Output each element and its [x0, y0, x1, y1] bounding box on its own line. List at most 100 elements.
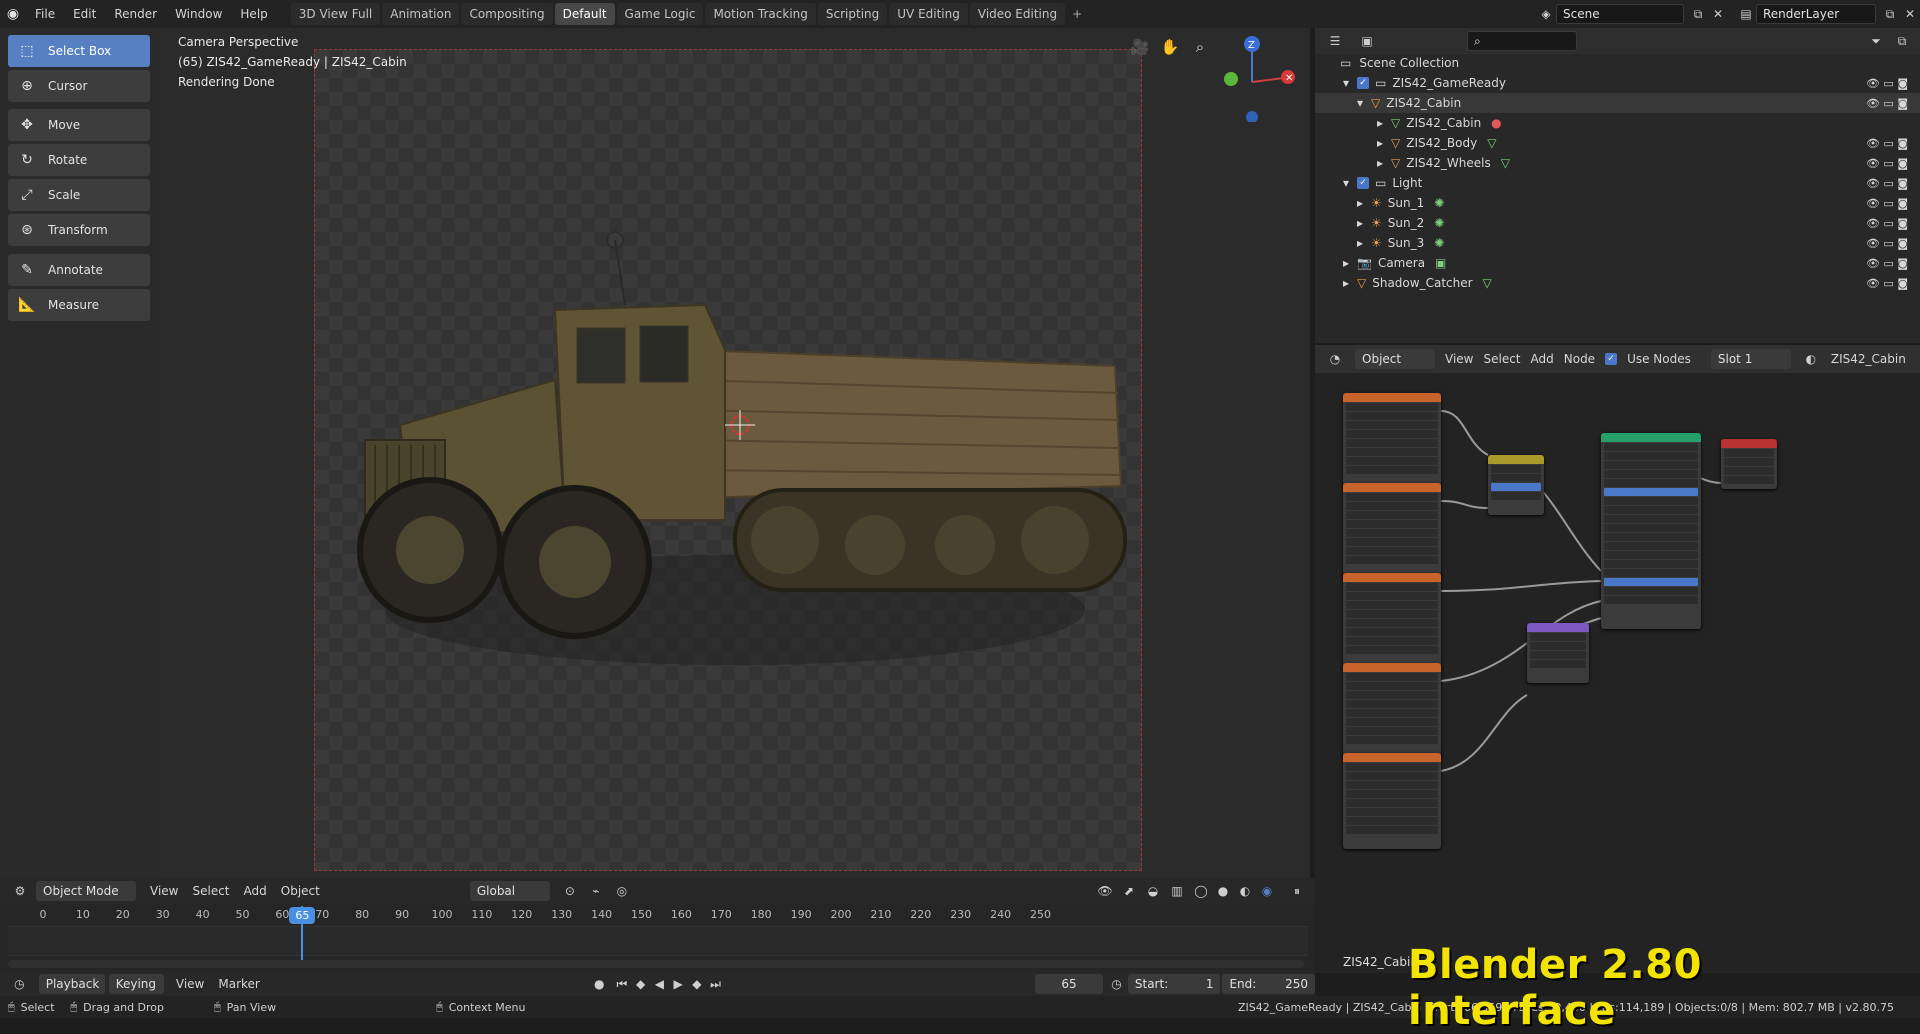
new-layer-icon[interactable]: ⧉: [1880, 4, 1900, 24]
outliner-row[interactable]: ▸ 📷 Camera ▣ 👁 ▭ ◙: [1315, 253, 1920, 273]
expand-icon[interactable]: ▾: [1357, 96, 1371, 110]
keying-menu[interactable]: Keying: [108, 974, 164, 994]
current-frame-field[interactable]: 65: [1034, 974, 1104, 994]
expand-icon[interactable]: ▸: [1377, 116, 1391, 130]
tab-uv-editing[interactable]: UV Editing: [889, 3, 968, 25]
principled-bsdf-node[interactable]: [1601, 433, 1701, 629]
overlay-icon[interactable]: ◒: [1143, 881, 1163, 901]
timeline-scrollbar[interactable]: [8, 960, 1304, 968]
menu-marker[interactable]: Marker: [218, 977, 259, 991]
add-workspace-icon[interactable]: +: [1067, 3, 1087, 25]
tab-motion-tracking[interactable]: Motion Tracking: [705, 3, 816, 25]
outliner-row[interactable]: ▾ ✓ ▭ Light 👁 ▭ ◙: [1315, 173, 1920, 193]
3d-viewport[interactable]: Camera Perspective (65) ZIS42_GameReady …: [160, 28, 1310, 878]
tool-annotate[interactable]: ✎ Annotate: [8, 254, 150, 286]
tool-cursor[interactable]: ⊕ Cursor: [8, 70, 150, 102]
expand-icon[interactable]: ▸: [1343, 276, 1357, 290]
current-frame-badge[interactable]: 65: [289, 907, 316, 924]
tool-transform[interactable]: ⊛ Transform: [8, 214, 150, 246]
expand-icon[interactable]: ▸: [1357, 236, 1371, 250]
tool-select-box[interactable]: ⬚ Select Box: [8, 35, 150, 67]
render-layer-field[interactable]: RenderLayer: [1756, 4, 1876, 24]
proportional-edit-icon[interactable]: ◎: [612, 881, 632, 901]
visibility-icons[interactable]: 👁 ▭ ◙: [1866, 157, 1908, 170]
visibility-icons[interactable]: 👁 ▭ ◙: [1866, 177, 1908, 190]
editor-type-icon[interactable]: ◷: [10, 974, 29, 994]
material-output-node[interactable]: [1721, 439, 1777, 489]
snap-icon[interactable]: ⌁: [586, 881, 606, 901]
tab-default[interactable]: Default: [554, 3, 615, 25]
image-texture-node[interactable]: [1343, 753, 1441, 849]
visibility-icons[interactable]: 👁 ▭ ◙: [1866, 237, 1908, 250]
wireframe-shading-icon[interactable]: ◯: [1191, 881, 1211, 901]
visibility-icons[interactable]: 👁 ▭ ◙: [1866, 97, 1908, 110]
play-icon[interactable]: ▶: [669, 974, 688, 994]
orientation-dropdown[interactable]: Global: [469, 881, 550, 901]
menu-view[interactable]: View: [1445, 352, 1473, 366]
blender-logo-icon[interactable]: ◉: [0, 0, 26, 28]
timeline[interactable]: 0 10 20 30 40 50 60 70 80 90 100 110 120 130 140 150 160…: [0, 904, 1315, 978]
visibility-icon[interactable]: 👁: [1095, 881, 1115, 901]
node-editor-canvas[interactable]: ZIS42_Cabin: [1315, 373, 1920, 973]
navigation-gizmo[interactable]: Z ✕: [1220, 32, 1300, 122]
end-frame-field[interactable]: End: 250: [1222, 974, 1316, 994]
menu-add[interactable]: Add: [244, 884, 267, 898]
scene-icon[interactable]: ◈: [1536, 4, 1556, 24]
solid-shading-icon[interactable]: ●: [1213, 881, 1233, 901]
playback-menu[interactable]: Playback: [38, 974, 105, 994]
menu-edit[interactable]: Edit: [64, 0, 105, 28]
expand-icon[interactable]: ▸: [1343, 256, 1357, 270]
pivot-icon[interactable]: ⊙: [560, 881, 580, 901]
menu-view[interactable]: View: [150, 884, 178, 898]
outliner-row[interactable]: ▸ ☀ Sun_1 ✺ 👁 ▭ ◙: [1315, 193, 1920, 213]
visibility-icons[interactable]: 👁 ▭ ◙: [1866, 257, 1908, 270]
image-texture-node[interactable]: [1343, 573, 1441, 669]
menu-help[interactable]: Help: [231, 0, 276, 28]
new-collection-icon[interactable]: ⧉: [1892, 31, 1912, 51]
pan-hand-icon[interactable]: ✋: [1160, 38, 1180, 58]
pause-icon[interactable]: ⏸: [1287, 881, 1307, 901]
menu-select[interactable]: Select: [192, 884, 229, 898]
record-icon[interactable]: ●: [590, 974, 609, 994]
outliner-row[interactable]: ▸ ▽ ZIS42_Wheels ▽ 👁 ▭ ◙: [1315, 153, 1920, 173]
editor-type-icon[interactable]: ☰: [1325, 31, 1345, 51]
visibility-icons[interactable]: 👁 ▭ ◙: [1866, 217, 1908, 230]
display-mode-icon[interactable]: ▣: [1357, 31, 1377, 51]
clock-icon[interactable]: ◷: [1107, 974, 1126, 994]
xray-icon[interactable]: ▥: [1167, 881, 1187, 901]
tab-video-editing[interactable]: Video Editing: [969, 3, 1066, 25]
menu-select[interactable]: Select: [1483, 352, 1520, 366]
menu-object[interactable]: Object: [281, 884, 320, 898]
tool-scale[interactable]: ⤢ Scale: [8, 179, 150, 211]
outliner-row[interactable]: ▸ ☀ Sun_3 ✺ 👁 ▭ ◙: [1315, 233, 1920, 253]
outliner-row[interactable]: ▸ ☀ Sun_2 ✺ 👁 ▭ ◙: [1315, 213, 1920, 233]
material-shading-icon[interactable]: ◐: [1235, 881, 1255, 901]
tool-rotate[interactable]: ↻ Rotate: [8, 144, 150, 176]
editor-type-icon[interactable]: ⚙: [10, 881, 30, 901]
mix-rgb-node[interactable]: [1488, 455, 1544, 515]
mode-dropdown[interactable]: Object Mode: [36, 881, 136, 901]
tool-measure[interactable]: 📐 Measure: [8, 289, 150, 321]
menu-file[interactable]: File: [26, 0, 64, 28]
filter-icon[interactable]: ⏷: [1866, 31, 1886, 51]
visibility-icons[interactable]: 👁 ▭ ◙: [1866, 277, 1908, 290]
outliner-row[interactable]: ▸ ▽ Shadow_Catcher ▽ 👁 ▭ ◙: [1315, 273, 1920, 293]
normal-map-node[interactable]: [1527, 623, 1589, 683]
expand-icon[interactable]: ▾: [1343, 176, 1357, 190]
shader-type-dropdown[interactable]: Object: [1355, 349, 1435, 369]
image-texture-node[interactable]: [1343, 393, 1441, 489]
image-texture-node[interactable]: [1343, 663, 1441, 759]
visibility-icons[interactable]: 👁 ▭ ◙: [1866, 137, 1908, 150]
menu-render[interactable]: Render: [105, 0, 166, 28]
image-texture-node[interactable]: [1343, 483, 1441, 579]
menu-view[interactable]: View: [176, 977, 204, 991]
expand-icon[interactable]: ▸: [1377, 156, 1391, 170]
visibility-icons[interactable]: 👁 ▭ ◙: [1866, 77, 1908, 90]
tab-game-logic[interactable]: Game Logic: [616, 3, 704, 25]
material-name[interactable]: ZIS42_Cabin: [1831, 352, 1906, 366]
play-reverse-icon[interactable]: ◀: [650, 974, 669, 994]
outliner-row[interactable]: ▾ ▽ ZIS42_Cabin 👁 ▭ ◙: [1315, 93, 1920, 113]
remove-layer-icon[interactable]: ✕: [1900, 4, 1920, 24]
next-keyframe-icon[interactable]: ◆: [687, 974, 706, 994]
tab-compositing[interactable]: Compositing: [461, 3, 553, 25]
